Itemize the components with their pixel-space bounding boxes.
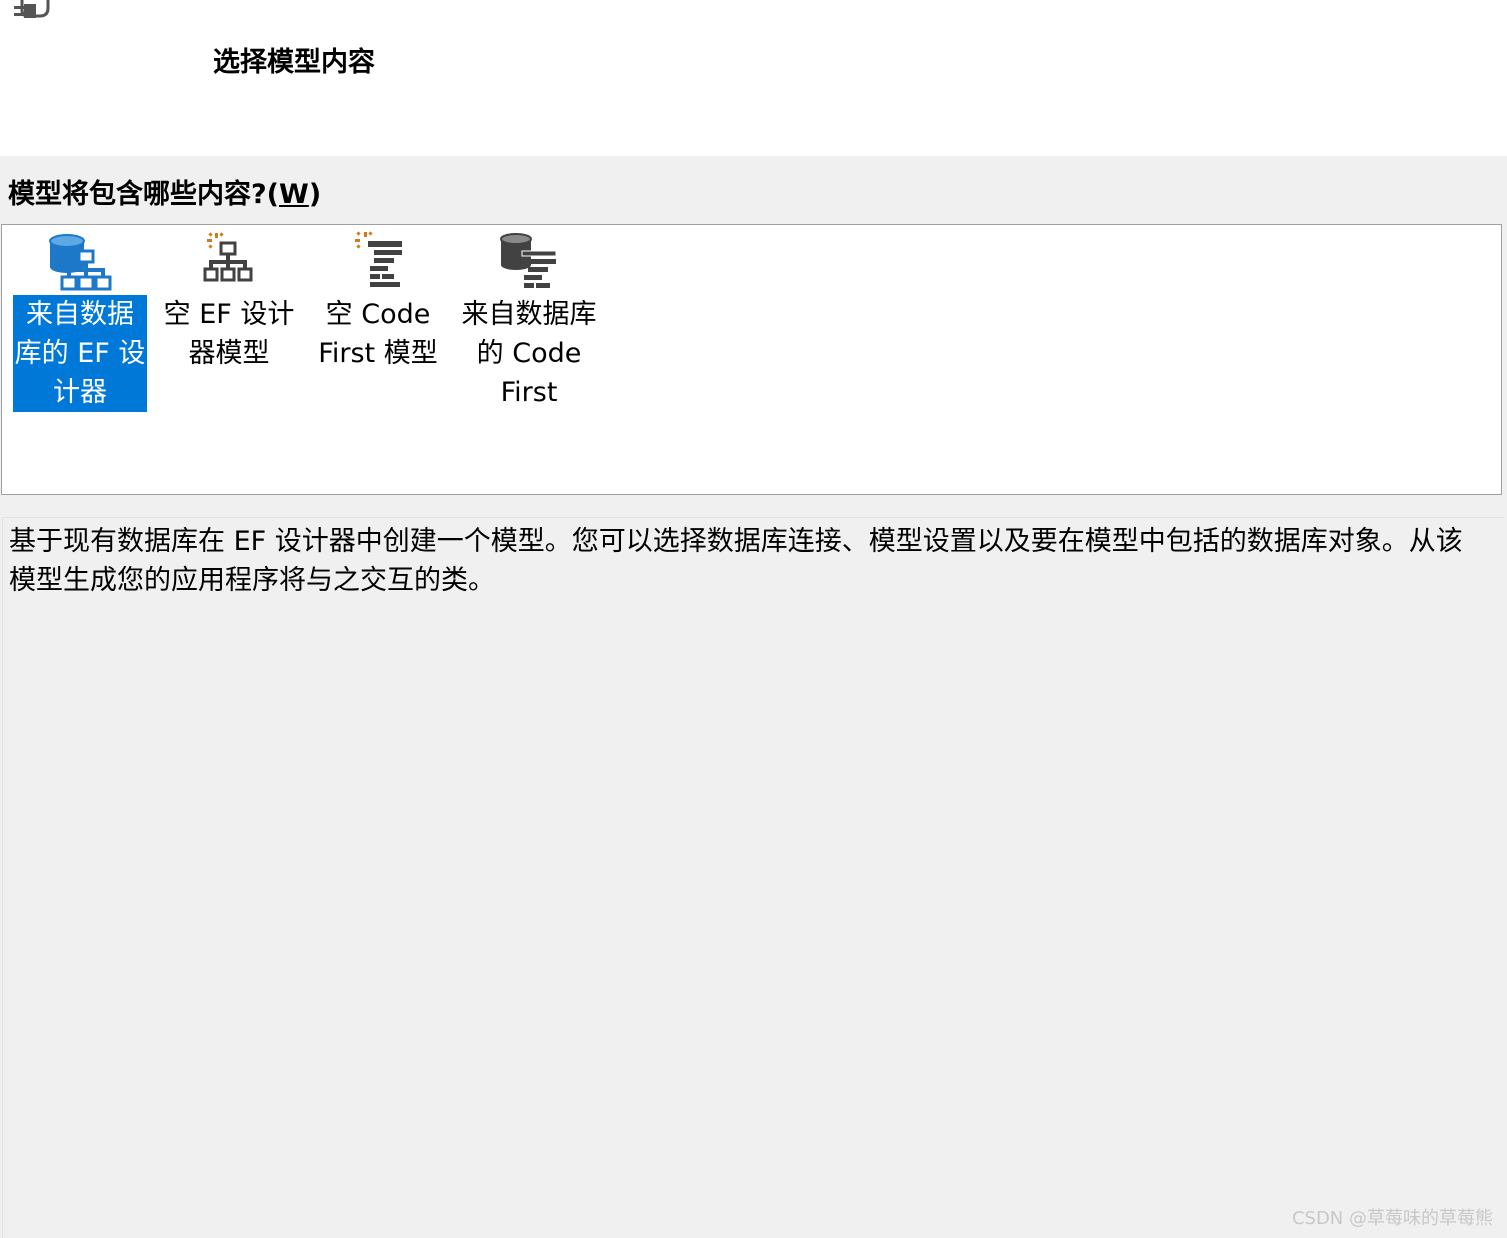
model-contents-question: 模型将包含哪些内容?(W) [8, 172, 321, 211]
option-description: 基于现有数据库在 EF 设计器中创建一个模型。您可以选择数据库连接、模型设置以及… [9, 526, 1463, 596]
wizard-header: 选择模型内容 [0, 0, 1507, 156]
option-label: 空 Code First 模型 [318, 299, 438, 369]
page-title: 选择模型内容 [213, 47, 375, 78]
option-empty-ef-designer[interactable]: 空 EF 设计 器模型 [154, 229, 304, 373]
empty-designer-icon [203, 232, 253, 282]
database-designer-icon [49, 234, 112, 291]
option-empty-code-first[interactable]: 空 Code First 模型 [303, 229, 453, 373]
wizard-plug-icon [0, 0, 50, 22]
option-label: 空 EF 设计 器模型 [163, 299, 295, 369]
accelerator-key: W [279, 179, 309, 210]
question-text: 模型将包含哪些内容?( [8, 179, 280, 210]
database-code-first-icon [500, 233, 557, 288]
empty-code-first-icon [355, 231, 402, 287]
model-options-list[interactable]: 来自数据 库的 EF 设计器 空 EF 设计 器模型 空 Code First … [1, 224, 1502, 495]
watermark: CSDN @草莓味的草莓熊 [1291, 1208, 1493, 1229]
question-text-end: ) [308, 179, 322, 210]
option-label: 来自数据 库的 EF 设计器 [12, 295, 148, 412]
option-ef-designer-from-database[interactable]: 来自数据 库的 EF 设计器 [5, 229, 155, 412]
option-description-panel: 基于现有数据库在 EF 设计器中创建一个模型。您可以选择数据库连接、模型设置以及… [2, 517, 1505, 1238]
option-code-first-from-database[interactable]: 来自数据库的 Code First [454, 229, 604, 412]
option-label: 来自数据库的 Code First [461, 299, 597, 408]
